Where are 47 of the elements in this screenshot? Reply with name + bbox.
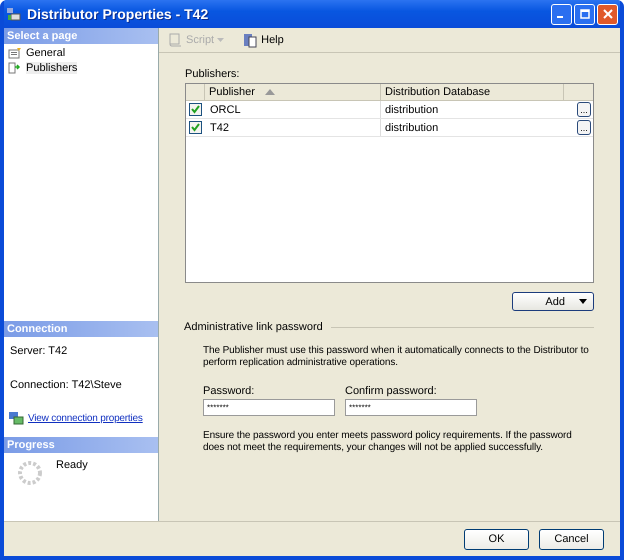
add-button[interactable]: Add xyxy=(512,292,594,311)
server-text: Server: T42 xyxy=(10,345,68,357)
column-header[interactable]: Distribution Database xyxy=(380,84,563,100)
book-icon xyxy=(242,32,258,48)
section-header: Select a page xyxy=(4,28,158,44)
maximize-icon xyxy=(580,9,590,19)
section-header: Progress xyxy=(4,437,158,453)
close-icon xyxy=(602,9,612,19)
caret-icon xyxy=(217,38,224,42)
description-text: The Publisher must use this password when it automatically connects to the Distributor to perform replication administrative operations. xyxy=(203,345,590,369)
maximize-button[interactable] xyxy=(574,4,595,24)
publishers-label: Publishers: xyxy=(185,68,240,80)
connection-icon xyxy=(8,411,24,425)
spinner-icon xyxy=(16,459,44,487)
ok-button[interactable]: OK xyxy=(464,528,529,550)
section-header: Connection xyxy=(4,321,158,337)
scroll-icon xyxy=(167,32,183,48)
minimize-icon xyxy=(557,16,563,18)
checkbox[interactable] xyxy=(188,121,202,134)
column-header[interactable]: Publisher xyxy=(204,84,380,100)
page-arrow-icon xyxy=(8,62,22,74)
window-title: Distributor Properties - T42 xyxy=(27,6,208,22)
minimize-button[interactable] xyxy=(551,4,572,24)
table-cell-text: T42 xyxy=(209,120,230,136)
properties-icon xyxy=(8,47,22,59)
field-label: Confirm password: xyxy=(345,385,438,397)
sort-icon xyxy=(264,89,275,95)
help-button[interactable]: Help xyxy=(240,30,286,50)
password-field[interactable]: ******* xyxy=(345,399,477,416)
group-title: Administrative link password xyxy=(184,321,323,333)
app-icon xyxy=(6,6,22,22)
browse-button[interactable]: ... xyxy=(577,120,591,135)
progress-status: Ready xyxy=(56,459,88,473)
table-cell: distribution xyxy=(380,101,563,118)
cancel-button[interactable]: Cancel xyxy=(539,528,604,550)
close-button[interactable] xyxy=(597,4,618,24)
connection-properties-link[interactable]: View connection properties xyxy=(28,412,143,424)
checkbox[interactable] xyxy=(188,103,202,116)
password-field[interactable]: ******* xyxy=(203,399,335,416)
table-cell-text: ORCL xyxy=(209,102,242,118)
connection-text: Connection: T42\Steve xyxy=(10,379,123,391)
policy-note: Ensure the password you enter meets password policy requirements. If the password does not meet the requirements, your changes will not be applied successfully. xyxy=(203,430,573,454)
sidebar-item[interactable]: General xyxy=(6,46,68,60)
browse-button[interactable]: ... xyxy=(577,102,591,117)
caret-icon xyxy=(579,299,587,304)
field-label: Password: xyxy=(203,385,256,397)
table-cell: distribution xyxy=(380,119,563,136)
